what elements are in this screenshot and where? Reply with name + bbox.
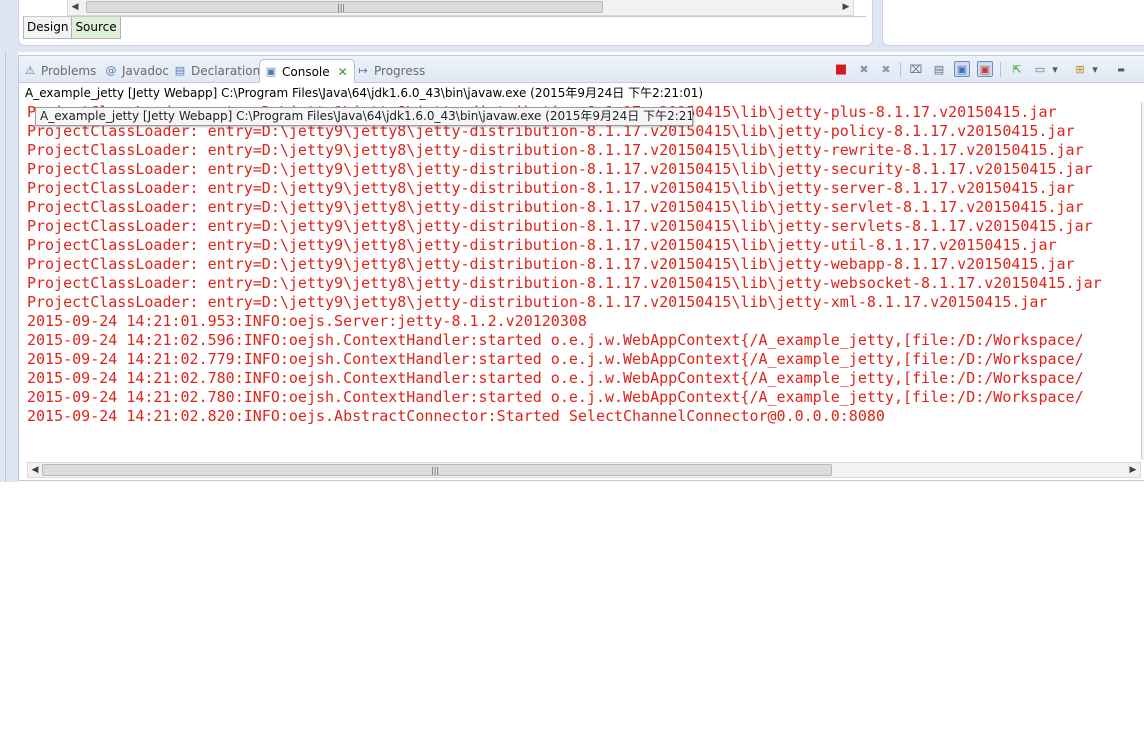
tab-problems[interactable]: ⚠ Problems [23, 59, 96, 82]
tab-declaration-label: Declaration [191, 63, 261, 78]
log-line: 2015-09-24 14:21:02.780:INFO:oejsh.Conte… [27, 388, 1084, 406]
log-line: ProjectClassLoader: entry=D:\jetty9\jett… [27, 274, 1102, 292]
console-output[interactable]: ProjectClassLoader: entry=D:\jetty9\jett… [19, 102, 1141, 460]
log-line: ProjectClassLoader: entry=D:\jetty9\jett… [27, 198, 1084, 216]
terminate-icon[interactable]: ■ [833, 61, 849, 77]
scroll-grip: ||| [337, 3, 346, 12]
log-line: ProjectClassLoader: entry=D:\jetty9\jett… [27, 236, 1057, 254]
javadoc-icon: @ [105, 63, 117, 77]
console-horizontal-scrollbar[interactable]: ◀ ||| ▶ [27, 462, 1141, 478]
log-line: 2015-09-24 14:21:02.780:INFO:oejsh.Conte… [27, 369, 1084, 387]
left-gutter [0, 52, 18, 482]
toolbar-separator [900, 62, 901, 77]
tab-source[interactable]: Source [71, 17, 121, 39]
pin-console-icon[interactable]: ⇱ [1009, 61, 1025, 77]
tab-console[interactable]: ▣ Console ✕ [259, 59, 355, 83]
scroll-left-arrow-icon[interactable]: ◀ [28, 463, 42, 477]
process-label: A_example_jetty [Jetty Webapp] C:\Progra… [25, 86, 704, 100]
scroll-right-arrow-icon[interactable]: ▶ [1126, 463, 1140, 477]
editor-panel: ◀ ||| ▶ Design Source [18, 0, 873, 46]
log-line: ProjectClassLoader: entry=D:\jetty9\jett… [27, 141, 1084, 159]
clear-console-icon[interactable]: ⌧ [908, 61, 924, 77]
open-console-dropdown-icon[interactable]: ▾ [1090, 61, 1100, 77]
console-scroll-thumb[interactable]: ||| [42, 464, 832, 476]
declaration-icon: ▤ [174, 63, 186, 77]
tab-design[interactable]: Design [23, 17, 73, 39]
log-line: 2015-09-24 14:21:02.779:INFO:oejsh.Conte… [27, 350, 1084, 368]
open-console-icon[interactable]: ⊞ [1072, 61, 1088, 77]
problems-icon: ⚠ [25, 63, 35, 77]
log-line: 2015-09-24 14:21:02.596:INFO:oejsh.Conte… [27, 331, 1084, 349]
tab-problems-label: Problems [41, 63, 97, 78]
log-line: ProjectClassLoader: entry=D:\jetty9\jett… [27, 160, 1093, 178]
tab-javadoc-label: Javadoc [122, 63, 169, 78]
log-line: 2015-09-24 14:21:02.820:INFO:oejs.Abstra… [27, 407, 885, 425]
outline-panel [882, 0, 1144, 46]
editor-horizontal-scrollbar[interactable]: ◀ ||| ▶ [67, 0, 854, 16]
tab-progress[interactable]: ↦ Progress [356, 59, 425, 82]
remove-all-terminated-icon[interactable]: ✖ [878, 61, 894, 77]
tab-console-label: Console [282, 64, 330, 79]
log-line: ProjectClassLoader: entry=D:\jetty9\jett… [27, 255, 1075, 273]
close-icon[interactable]: ✕ [338, 65, 348, 79]
scroll-right-arrow-icon[interactable]: ▶ [839, 0, 853, 15]
log-line: ProjectClassLoader: entry=D:\jetty9\jett… [27, 293, 1048, 311]
scroll-grip: ||| [431, 466, 440, 475]
tab-javadoc[interactable]: @ Javadoc [104, 59, 169, 82]
display-selected-console-dropdown-icon[interactable]: ▾ [1050, 61, 1060, 77]
log-lines: ProjectClassLoader: entry=D:\jetty9\jett… [27, 103, 1102, 426]
display-selected-console-icon[interactable]: ▭ [1032, 61, 1048, 77]
log-line: ProjectClassLoader: entry=D:\jetty9\jett… [27, 179, 1075, 197]
scroll-lock-icon[interactable]: ▤ [931, 61, 947, 77]
process-tooltip: A_example_jetty [Jetty Webapp] C:\Progra… [35, 107, 693, 126]
editor-mode-tabs: Design Source [23, 17, 121, 39]
progress-icon: ↦ [358, 63, 368, 77]
console-icon: ▣ [265, 64, 277, 78]
tab-progress-label: Progress [374, 63, 426, 78]
remove-launch-icon[interactable]: ✖ [856, 61, 872, 77]
log-line: ProjectClassLoader: entry=D:\jetty9\jett… [27, 217, 1093, 235]
scroll-left-arrow-icon[interactable]: ◀ [68, 0, 82, 15]
minimize-icon[interactable]: ▬ [1113, 61, 1129, 77]
left-gutter-divider [5, 52, 6, 482]
tab-declaration[interactable]: ▤ Declaration [173, 59, 260, 82]
show-stderr-icon[interactable]: ▣ [977, 61, 993, 77]
show-stdout-icon[interactable]: ▣ [954, 61, 970, 77]
view-tab-strip: ⚠ Problems @ Javadoc ▤ Declaration ▣ Con… [19, 56, 1144, 83]
log-line: 2015-09-24 14:21:01.953:INFO:oejs.Server… [27, 312, 587, 330]
editor-scroll-thumb[interactable]: ||| [86, 1, 603, 13]
editor-divider [23, 16, 866, 17]
toolbar-separator [1000, 62, 1001, 77]
